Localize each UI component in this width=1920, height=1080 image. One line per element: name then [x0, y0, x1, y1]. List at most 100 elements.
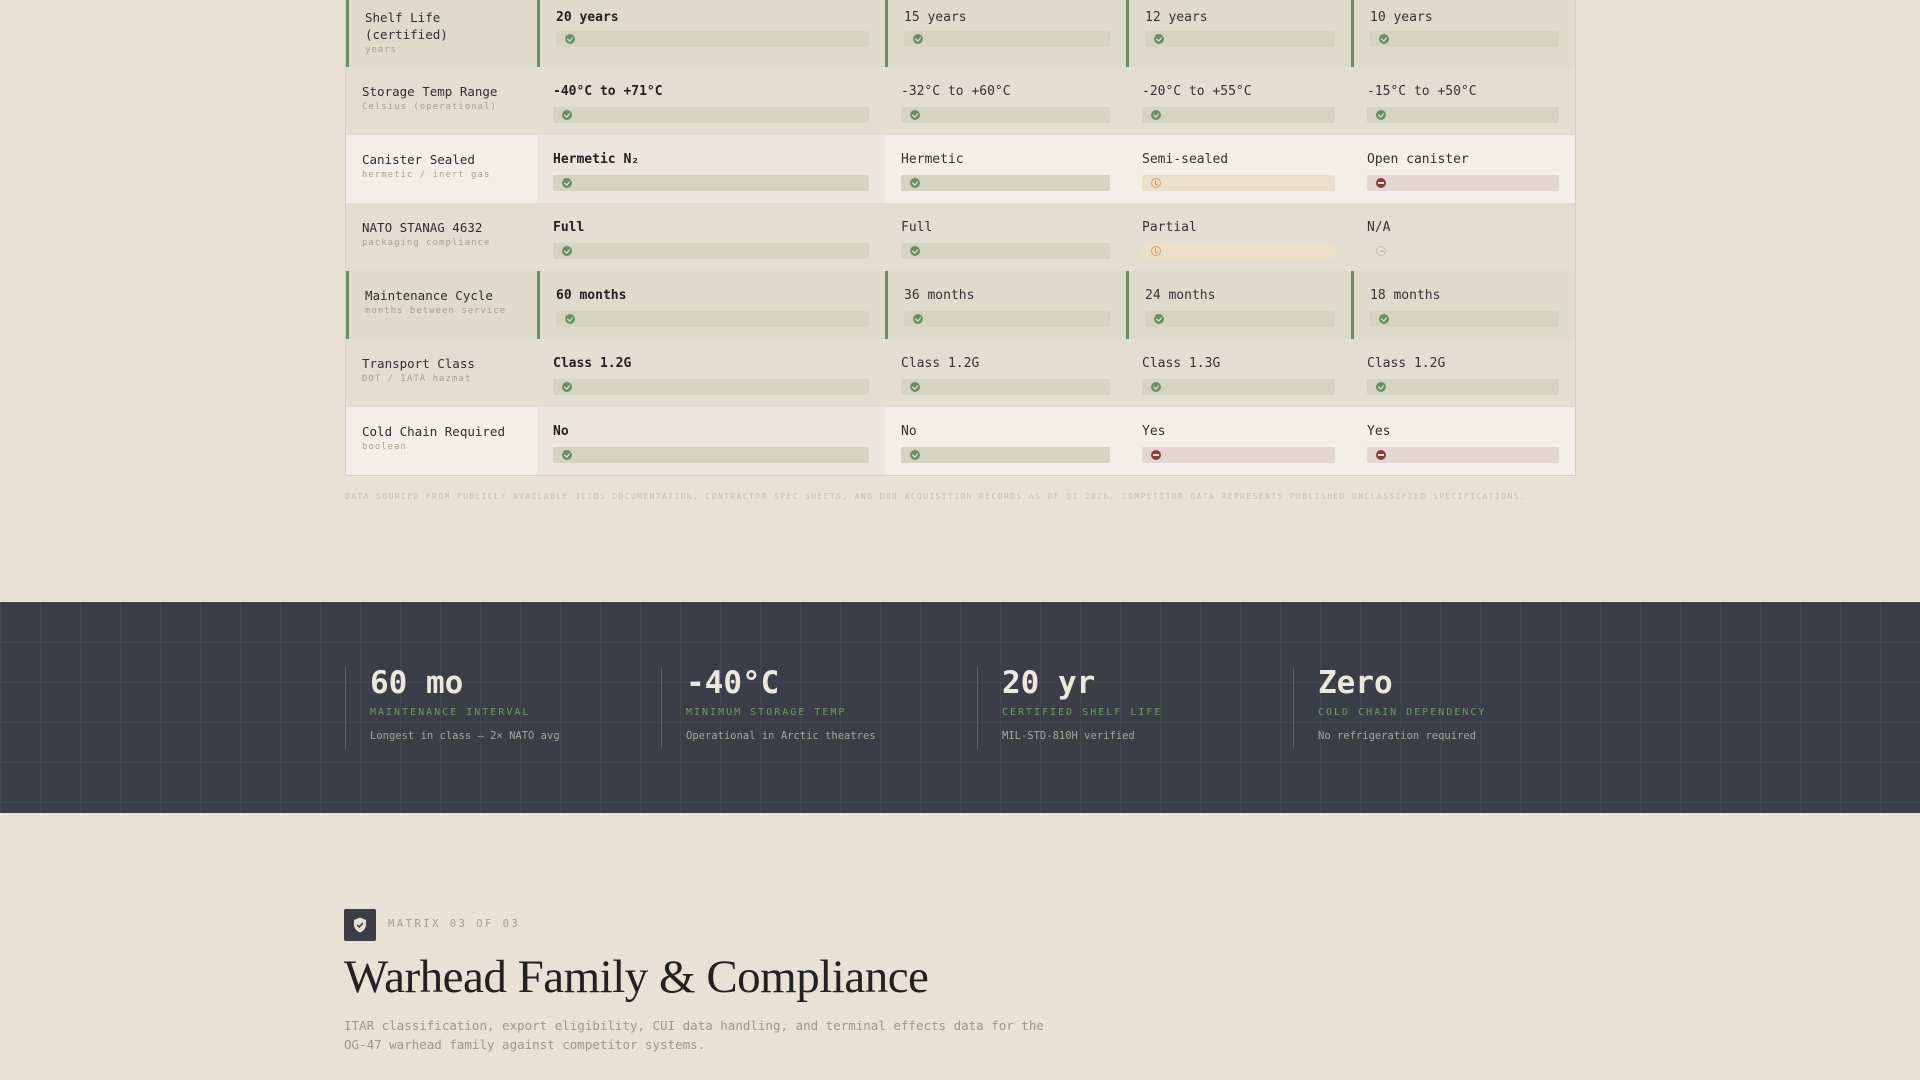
row-sublabel: DOT / IATA hazmat: [362, 374, 472, 384]
row-label: Cold Chain Required: [362, 424, 505, 439]
status-bar: [1367, 243, 1559, 259]
status-bar: [901, 107, 1110, 123]
row-label-cell: Transport Class DOT / IATA hazmat: [346, 339, 537, 407]
cell-value: No: [553, 424, 569, 439]
matrix-cell: 18 months: [1351, 271, 1575, 339]
status-bar: [1145, 31, 1335, 47]
row-sublabel: months between service: [365, 306, 507, 316]
check-circle-icon: [1376, 382, 1386, 392]
shield-check-icon: [344, 909, 376, 941]
status-bar: [1370, 311, 1559, 327]
status-bar: [553, 379, 869, 395]
matrix-cell: Class 1.2G: [885, 339, 1126, 407]
matrix-cell: -20°C to +55°C: [1126, 67, 1351, 135]
matrix-row: Maintenance Cycle months between service 6…: [346, 271, 1575, 339]
status-bar: [1142, 243, 1335, 259]
check-circle-icon: [565, 34, 575, 44]
status-bar: [1367, 175, 1559, 191]
matrix-row: Shelf Life (certified) years 20 years 15 ye…: [346, 0, 1575, 67]
section-description: ITAR classification, export eligibility,…: [344, 1018, 1044, 1052]
stat-storage-temp: -40°C MINIMUM STORAGE TEMP Operational i…: [661, 665, 961, 749]
cell-value: 10 years: [1370, 10, 1433, 25]
matrix-cell: Class 1.2G: [537, 339, 885, 407]
cell-value: Yes: [1367, 424, 1391, 439]
status-bar: [904, 31, 1110, 47]
stat-value: 60 mo: [370, 665, 464, 701]
row-label: Transport Class: [362, 356, 475, 371]
status-bar: [1145, 311, 1335, 327]
status-bar: [904, 311, 1110, 327]
cell-value: Open canister: [1367, 152, 1469, 167]
row-label-cell: Cold Chain Required boolean: [346, 407, 537, 475]
check-circle-icon: [913, 314, 923, 324]
cell-value: -32°C to +60°C: [901, 84, 1011, 99]
matrix-cell: 12 years: [1126, 0, 1351, 67]
matrix-cell: -40°C to +71°C: [537, 67, 885, 135]
stat-caption: CERTIFIED SHELF LIFE: [1002, 707, 1163, 718]
check-circle-icon: [910, 450, 920, 460]
matrix-row: NATO STANAG 4632 packaging compliance Full…: [346, 203, 1575, 271]
cell-value: Class 1.2G: [553, 356, 632, 371]
check-circle-icon: [910, 382, 920, 392]
data-source-footnote: Data sourced from publicly available JCI…: [345, 492, 1527, 501]
status-bar: [901, 447, 1110, 463]
row-label: Maintenance Cycle: [365, 288, 493, 303]
check-circle-icon: [910, 110, 920, 120]
matrix-cell: 10 years: [1351, 0, 1575, 67]
status-bar: [1142, 447, 1335, 463]
status-bar: [1367, 107, 1559, 123]
row-label: NATO STANAG 4632: [362, 220, 483, 235]
status-bar: [1367, 379, 1559, 395]
check-circle-icon: [1154, 314, 1164, 324]
stat-value: -40°C: [686, 665, 780, 701]
row-label-cell: Canister Sealed hermetic / inert gas: [346, 135, 537, 203]
check-circle-icon: [910, 178, 920, 188]
row-label: Canister Sealed: [362, 152, 475, 167]
stat-note: No refrigeration required: [1318, 730, 1477, 742]
section-kicker: MATRIX 03 OF 03: [388, 918, 521, 930]
cell-value: N/A: [1367, 220, 1391, 235]
matrix-cell: Open canister: [1351, 135, 1575, 203]
check-circle-icon: [562, 110, 572, 120]
row-label-cell: Shelf Life (certified) years: [346, 0, 537, 67]
cell-value: Yes: [1142, 424, 1166, 439]
matrix-cell: N/A: [1351, 203, 1575, 271]
matrix-cell: 24 months: [1126, 271, 1351, 339]
cell-value: 12 years: [1145, 10, 1208, 25]
matrix-cell: No: [537, 407, 885, 475]
status-bar: [1370, 31, 1559, 47]
section-title: Warhead Family & Compliance: [344, 951, 929, 1003]
row-label-cell: Maintenance Cycle months between service: [346, 271, 537, 339]
row-sublabel: Celsius (operational): [362, 102, 497, 112]
cell-value: 20 years: [556, 10, 619, 25]
matrix-cell: Full: [537, 203, 885, 271]
cell-value: -40°C to +71°C: [553, 84, 663, 99]
stat-note: Operational in Arctic theatres: [686, 730, 876, 742]
cell-value: Hermetic: [901, 152, 964, 167]
status-bar: [553, 175, 869, 191]
cell-value: Hermetic N₂: [553, 152, 640, 167]
check-circle-icon: [562, 450, 572, 460]
minus-circle-icon: [1376, 450, 1386, 460]
status-bar: [553, 243, 869, 259]
stat-value: 20 yr: [1002, 665, 1096, 701]
status-bar: [901, 175, 1110, 191]
matrix-cell: Yes: [1126, 407, 1351, 475]
cell-value: 60 months: [556, 288, 627, 303]
status-bar: [1142, 107, 1335, 123]
row-label: Storage Temp Range: [362, 84, 498, 99]
status-bar: [556, 311, 869, 327]
check-circle-icon: [1151, 382, 1161, 392]
matrix-cell: -15°C to +50°C: [1351, 67, 1575, 135]
cell-value: Semi-sealed: [1142, 152, 1229, 167]
matrix-row: Canister Sealed hermetic / inert gas Herme…: [346, 135, 1575, 203]
minus-circle-icon: [1151, 450, 1161, 460]
status-bar: [553, 447, 869, 463]
check-circle-icon: [562, 246, 572, 256]
row-label-cell: Storage Temp Range Celsius (operational): [346, 67, 537, 135]
row-label: Shelf Life (certified): [365, 10, 448, 42]
check-circle-icon: [1151, 110, 1161, 120]
status-bar: [1142, 379, 1335, 395]
stats-band: 60 mo MAINTENANCE INTERVAL Longest in cl…: [0, 602, 1920, 813]
cell-value: 18 months: [1370, 288, 1441, 303]
